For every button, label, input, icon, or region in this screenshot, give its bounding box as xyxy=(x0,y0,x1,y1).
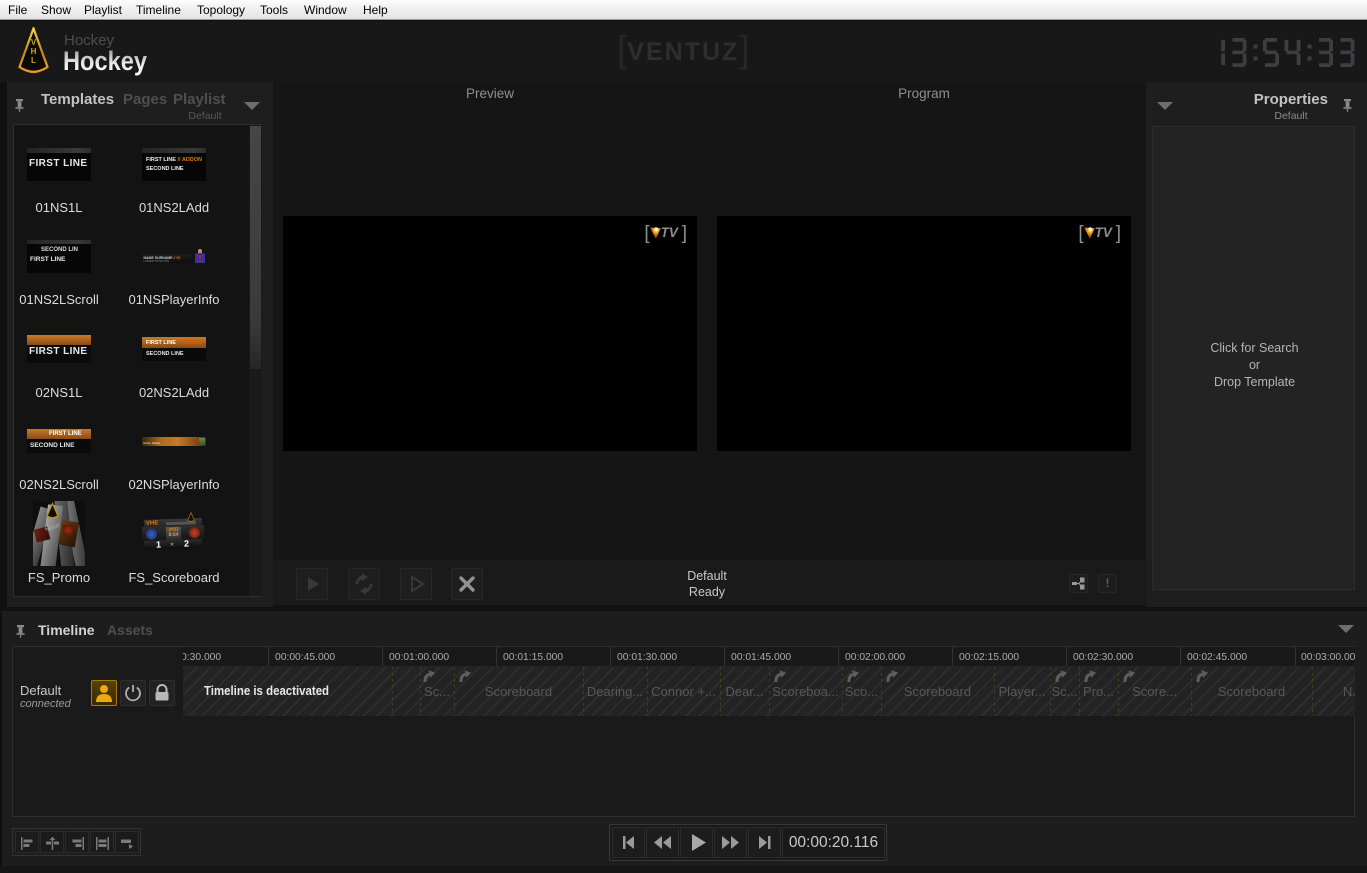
svg-text:V: V xyxy=(31,38,37,47)
svg-text:H: H xyxy=(31,47,37,56)
svg-text:L: L xyxy=(31,56,36,65)
